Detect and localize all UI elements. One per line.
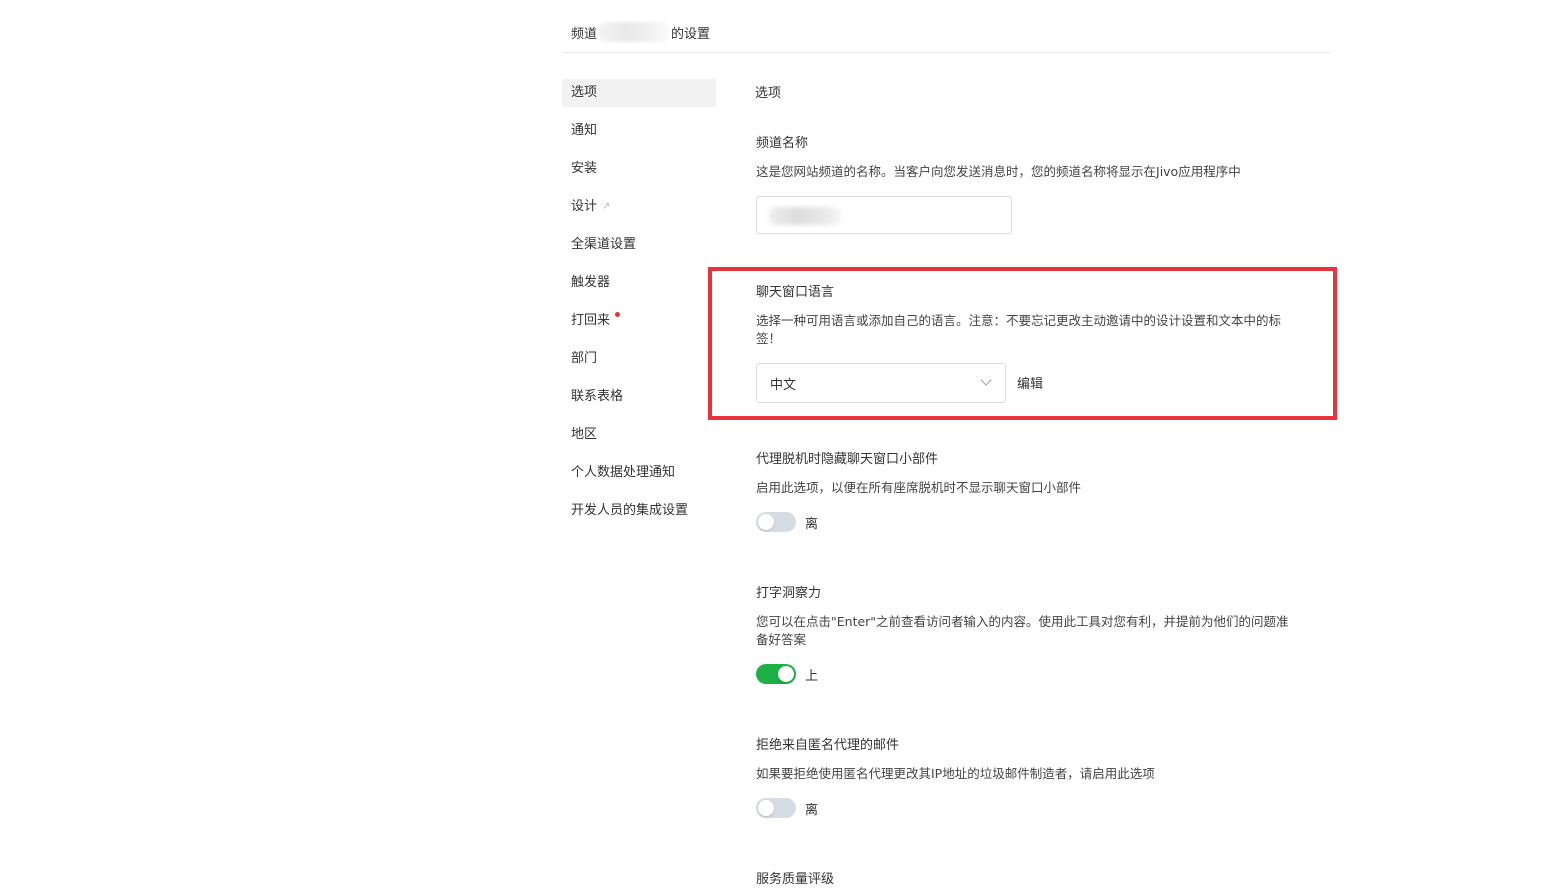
sidebar-item-design[interactable]: 设计 ↗: [562, 193, 716, 221]
page-title: 频道 的设置: [571, 22, 710, 42]
channel-name-label: 频道名称: [756, 136, 809, 151]
sidebar-item-triggers[interactable]: 触发器: [562, 269, 716, 297]
language-select-value: 中文: [770, 378, 797, 393]
sidebar-item-developer-integration[interactable]: 开发人员的集成设置: [562, 497, 716, 525]
reject-proxy-state: 离: [805, 802, 819, 818]
typing-insight-section: 打字洞察力 您可以在点击"Enter"之前查看访问者输入的内容。使用此工具对您有…: [756, 585, 1296, 649]
sidebar-item-regions[interactable]: 地区: [562, 421, 716, 449]
section-heading: 选项: [755, 86, 782, 101]
sidebar-item-departments[interactable]: 部门: [562, 345, 716, 373]
sidebar-item-label: 选项: [571, 85, 598, 100]
sidebar-item-label: 开发人员的集成设置: [571, 503, 689, 518]
reject-proxy-toggle-row: 离: [756, 798, 818, 818]
redacted-input-value: [769, 207, 841, 225]
sidebar-item-label: 全渠道设置: [571, 237, 637, 252]
sidebar-item-label: 设计: [571, 199, 598, 214]
sidebar-item-label: 个人数据处理通知: [571, 465, 676, 480]
channel-name-description: 这是您网站频道的名称。当客户向您发送消息时，您的频道名称将显示在Jivo应用程序…: [756, 164, 1241, 179]
language-select[interactable]: 中文: [756, 363, 1006, 403]
reject-proxy-toggle[interactable]: [756, 798, 796, 818]
sidebar-item-label: 地区: [571, 427, 598, 442]
sidebar-item-label: 部门: [571, 351, 598, 366]
toggle-knob: [758, 514, 774, 530]
sidebar-item-label: 打回来: [571, 313, 611, 328]
chat-language-description: 选择一种可用语言或添加自己的语言。注意：不要忘记更改主动邀请中的设计设置和文本中…: [756, 313, 1282, 346]
header-divider: [562, 52, 1330, 53]
redacted-channel-name: [598, 22, 671, 42]
sidebar-item-installation[interactable]: 安装: [562, 155, 716, 183]
typing-insight-label: 打字洞察力: [756, 586, 822, 601]
reject-proxy-section: 拒绝来自匿名代理的邮件 如果要拒绝使用匿名代理更改其IP地址的垃圾邮件制造者，请…: [756, 737, 1296, 783]
service-rating-section: 服务质量评级: [756, 871, 1296, 889]
typing-insight-toggle-row: 上: [756, 664, 818, 684]
hide-offline-toggle-row: 离: [756, 512, 818, 532]
service-rating-label: 服务质量评级: [756, 872, 835, 887]
sidebar-item-omnichannel[interactable]: 全渠道设置: [562, 231, 716, 259]
typing-insight-state: 上: [805, 668, 819, 684]
typing-insight-toggle[interactable]: [756, 664, 796, 684]
chat-language-section: 聊天窗口语言 选择一种可用语言或添加自己的语言。注意：不要忘记更改主动邀请中的设…: [756, 284, 1296, 348]
edit-language-link[interactable]: 编辑: [1017, 373, 1043, 392]
hide-offline-toggle[interactable]: [756, 512, 796, 532]
hide-offline-description: 启用此选项，以便在所有座席脱机时不显示聊天窗口小部件: [756, 480, 1082, 495]
sidebar-item-label: 安装: [571, 161, 598, 176]
page-title-suffix: 的设置: [671, 26, 711, 42]
chevron-down-icon: [980, 374, 992, 386]
channel-name-section: 频道名称 这是您网站频道的名称。当客户向您发送消息时，您的频道名称将显示在Jiv…: [756, 135, 1296, 181]
sidebar-item-notifications[interactable]: 通知: [562, 117, 716, 145]
sidebar-item-label: 联系表格: [571, 389, 624, 404]
hide-offline-label: 代理脱机时隐藏聊天窗口小部件: [756, 452, 939, 467]
hide-offline-section: 代理脱机时隐藏聊天窗口小部件 启用此选项，以便在所有座席脱机时不显示聊天窗口小部…: [756, 451, 1296, 497]
reject-proxy-description: 如果要拒绝使用匿名代理更改其IP地址的垃圾邮件制造者，请启用此选项: [756, 766, 1155, 781]
typing-insight-description: 您可以在点击"Enter"之前查看访问者输入的内容。使用此工具对您有利，并提前为…: [756, 614, 1289, 647]
sidebar-item-label: 通知: [571, 123, 598, 138]
sidebar-item-callback[interactable]: 打回来: [562, 307, 716, 335]
chat-language-label: 聊天窗口语言: [756, 285, 835, 300]
hide-offline-state: 离: [805, 516, 819, 532]
external-link-icon: ↗: [602, 201, 611, 212]
sidebar-item-privacy-notice[interactable]: 个人数据处理通知: [562, 459, 716, 487]
sidebar-item-options[interactable]: 选项: [562, 79, 716, 107]
toggle-knob: [778, 666, 794, 682]
toggle-knob: [758, 800, 774, 816]
sidebar-item-label: 触发器: [571, 275, 611, 290]
page-title-prefix: 频道: [571, 26, 598, 42]
reject-proxy-label: 拒绝来自匿名代理的邮件: [756, 738, 900, 753]
settings-sidebar: 选项 通知 安装 设计 ↗ 全渠道设置 触发器 打回来 部门 联系表格 地区 个人…: [562, 79, 716, 535]
sidebar-item-contact-form[interactable]: 联系表格: [562, 383, 716, 411]
notification-dot: [615, 312, 621, 317]
channel-name-input[interactable]: [756, 196, 1012, 234]
